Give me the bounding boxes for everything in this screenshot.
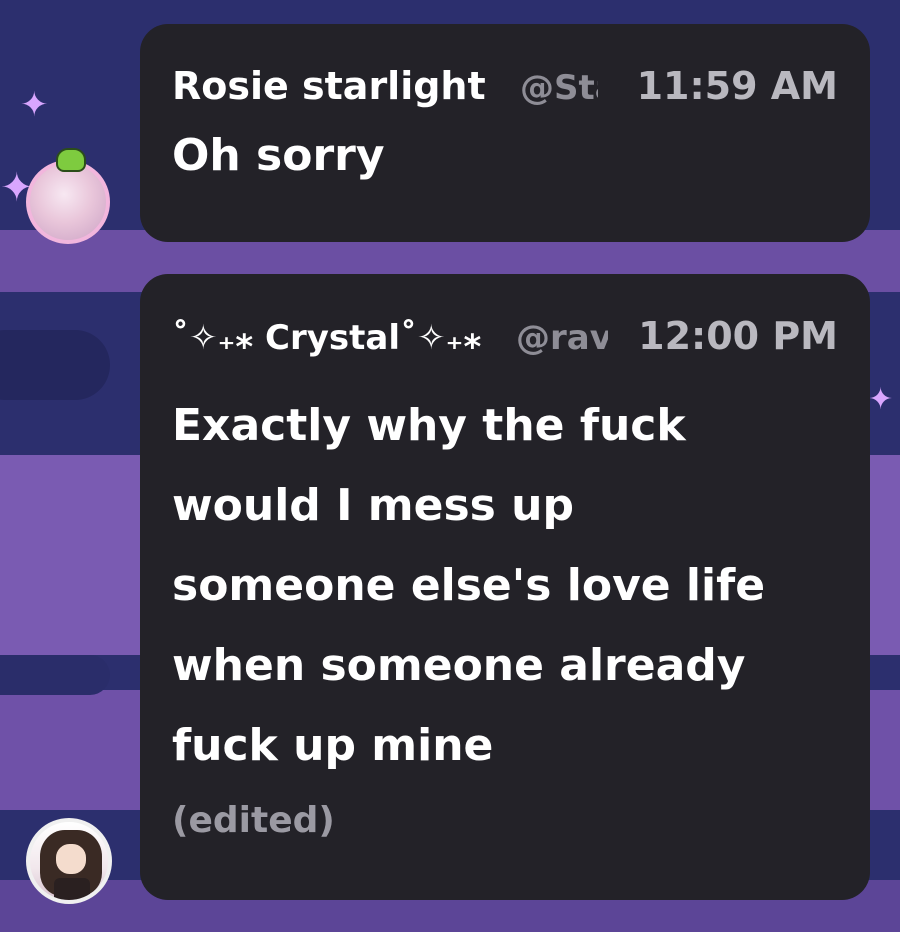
- message-header: ˚✧₊⁎ Crystal˚✧₊⁎ @rav 12:00 PM: [172, 304, 838, 362]
- sparkle-icon: ✦: [868, 382, 894, 417]
- author-handle[interactable]: @Sta: [520, 68, 598, 108]
- sparkle-icon: ✦: [20, 85, 49, 125]
- crystal-avatar[interactable]: [26, 818, 112, 904]
- message-text-line: fuck up mine: [172, 720, 494, 771]
- background-dark-band: [0, 330, 110, 400]
- frog-badge-icon: [56, 148, 86, 172]
- author-name[interactable]: Rosie starlight: [172, 64, 486, 108]
- background-dark-band: [0, 655, 110, 695]
- edited-label: (edited): [172, 800, 335, 841]
- message-bubble[interactable]: Rosie starlight @Sta 11:59 AM Oh sorry: [140, 24, 870, 242]
- message-text-line: when someone already: [172, 640, 746, 691]
- avatar-outfit: [54, 878, 90, 900]
- message-text-line: someone else's love life: [172, 560, 766, 611]
- message-bubble[interactable]: ˚✧₊⁎ Crystal˚✧₊⁎ @rav 12:00 PM Exactly w…: [140, 274, 870, 900]
- message-text-line: would I mess up: [172, 480, 574, 531]
- author-name[interactable]: ˚✧₊⁎ Crystal˚✧₊⁎: [172, 318, 481, 358]
- message-timestamp: 11:59 AM: [636, 64, 838, 108]
- message-text-line: Oh sorry: [172, 130, 385, 181]
- message-text-line: Exactly why the fuck: [172, 400, 686, 451]
- message-timestamp: 12:00 PM: [638, 314, 838, 358]
- rosie-avatar[interactable]: [26, 160, 110, 244]
- author-handle[interactable]: @rav: [516, 318, 608, 358]
- avatar-face: [56, 844, 86, 874]
- message-header: Rosie starlight @Sta 11:59 AM: [172, 54, 838, 112]
